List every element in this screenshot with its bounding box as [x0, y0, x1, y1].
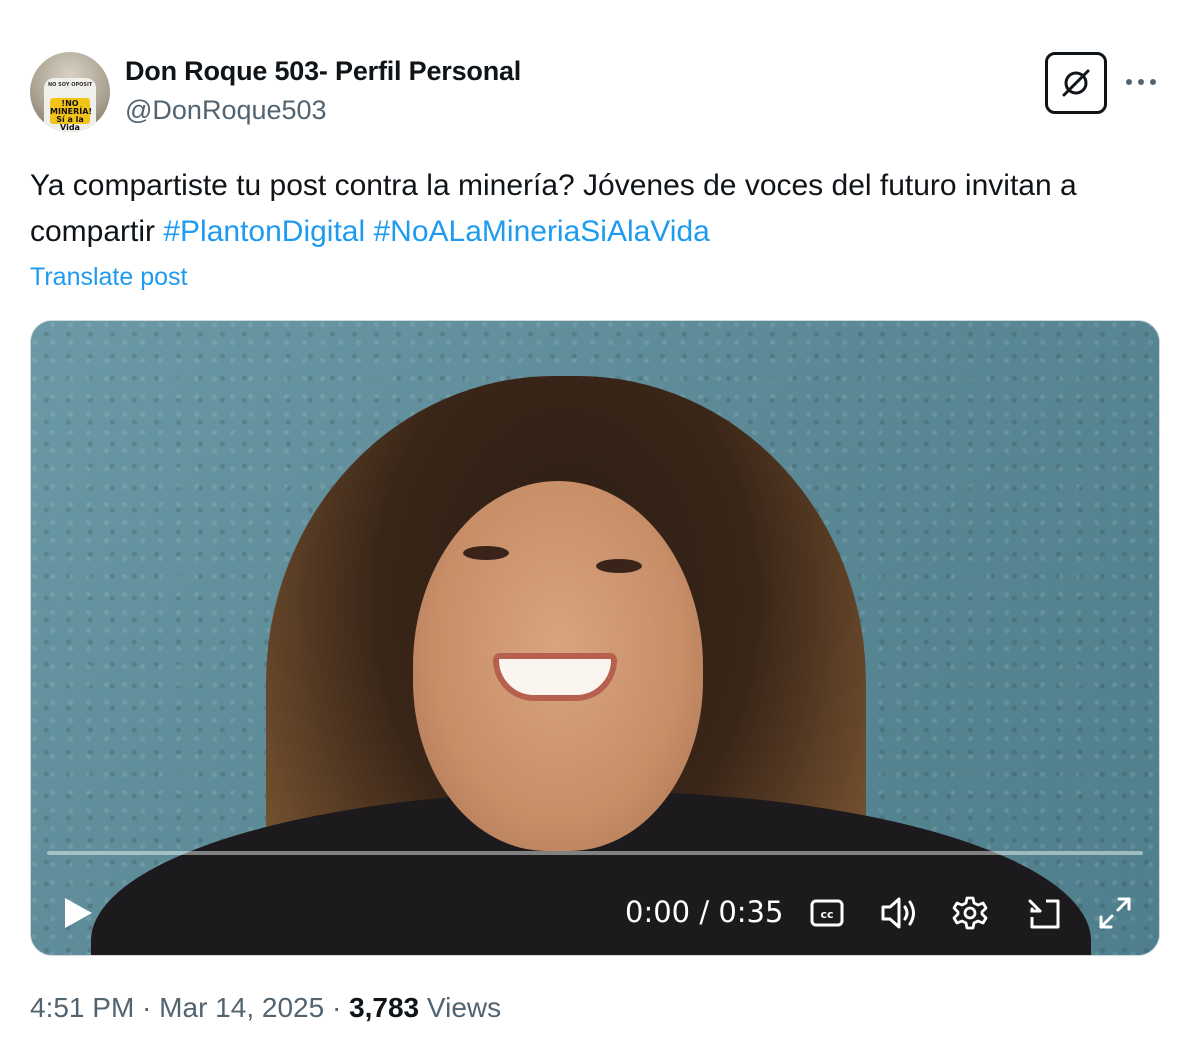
- translate-post-link[interactable]: Translate post: [30, 263, 187, 292]
- volume-button[interactable]: [879, 893, 919, 933]
- dock-button[interactable]: [1024, 893, 1064, 933]
- video-controls: 0:00 / 0:35 cc: [31, 881, 1159, 941]
- meta-separator: ·: [134, 992, 160, 1023]
- post-date[interactable]: Mar 14, 2025: [159, 992, 324, 1023]
- video-player[interactable]: 0:00 / 0:35 cc: [30, 320, 1160, 956]
- svg-text:cc: cc: [820, 908, 833, 921]
- play-icon: [65, 898, 92, 928]
- fullscreen-icon: [1099, 897, 1131, 929]
- post-time[interactable]: 4:51 PM: [30, 992, 134, 1023]
- gear-icon: [952, 896, 988, 930]
- more-dots-icon: [1126, 79, 1156, 85]
- grok-button[interactable]: [1045, 52, 1107, 114]
- meta-separator: ·: [324, 992, 350, 1023]
- post-text: Ya compartiste tu post contra la minería…: [30, 163, 1150, 255]
- video-frame-smile: [493, 653, 617, 701]
- hashtag-plantondigital[interactable]: #PlantonDigital: [163, 215, 365, 248]
- views-count: 3,783: [349, 992, 420, 1023]
- video-frame-eye-left: [463, 546, 509, 560]
- volume-icon: [881, 897, 915, 929]
- fullscreen-button[interactable]: [1095, 893, 1135, 933]
- video-progress-bar[interactable]: [47, 851, 1143, 855]
- more-options-button[interactable]: [1124, 68, 1158, 88]
- closed-captions-icon: cc: [810, 899, 844, 927]
- hashtag-noalamineria[interactable]: #NoALaMineriaSiAlaVida: [374, 215, 710, 248]
- play-button[interactable]: [59, 895, 95, 931]
- avatar-shirt-text: NO SOY OPOSITOR PERO DE FAMILIA Y SO ECO: [48, 82, 92, 88]
- grok-icon: [1062, 69, 1090, 97]
- author-handle[interactable]: @DonRoque503: [125, 95, 327, 126]
- video-time-display: 0:00 / 0:35: [625, 895, 784, 929]
- settings-button[interactable]: [950, 893, 990, 933]
- author-display-name[interactable]: Don Roque 503- Perfil Personal: [125, 56, 521, 87]
- author-avatar[interactable]: NO SOY OPOSITOR PERO DE FAMILIA Y SO ECO…: [30, 52, 110, 132]
- closed-captions-button[interactable]: cc: [807, 893, 847, 933]
- post-meta: 4:51 PM · Mar 14, 2025 · 3,783 Views: [30, 992, 501, 1024]
- video-frame-eye-right: [596, 559, 642, 573]
- dock-icon: [1028, 899, 1060, 929]
- avatar-shirt-badge: !NO MINERÍA! Sí a la Vida: [50, 98, 93, 132]
- views-label: Views: [426, 992, 502, 1023]
